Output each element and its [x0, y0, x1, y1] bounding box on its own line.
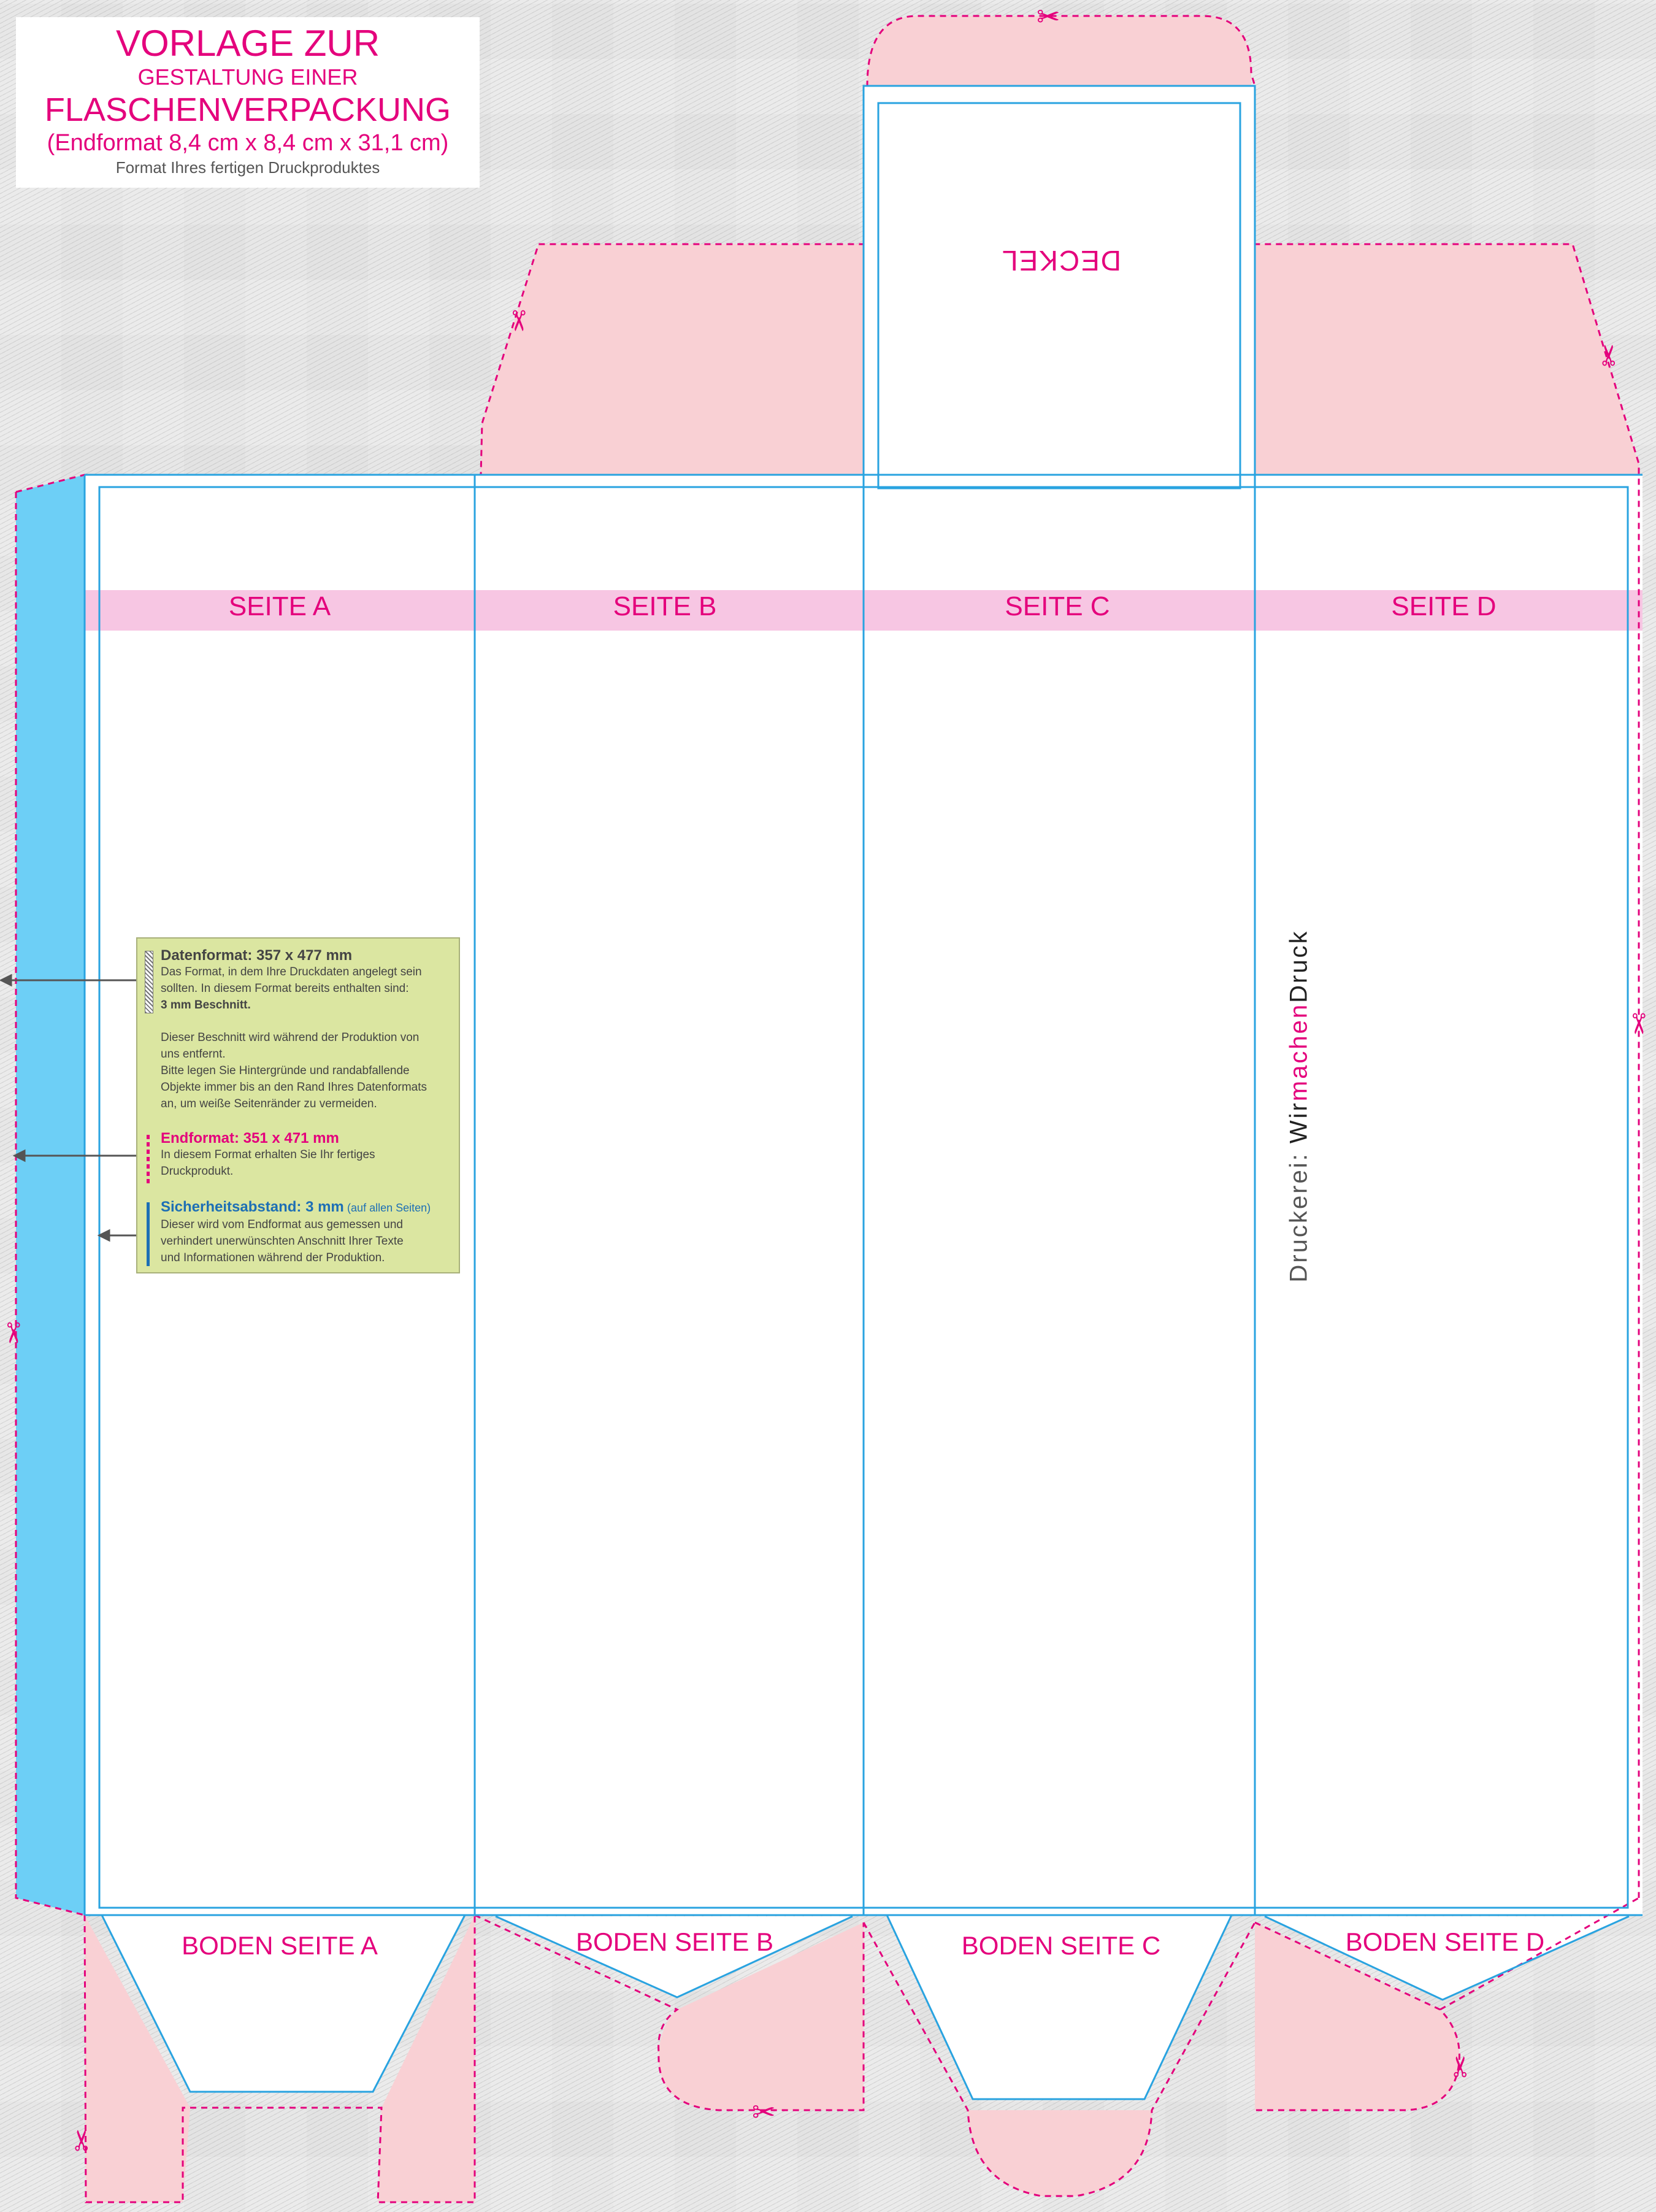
- glue-flap: [16, 475, 85, 1915]
- scissors-icon: ✂: [1622, 1012, 1655, 1036]
- title-dimensions: (Endformat 8,4 cm x 8,4 cm x 31,1 cm): [47, 130, 449, 156]
- title-subtitle: Format Ihres fertigen Druckproduktes: [115, 158, 380, 177]
- datenformat-para: Dieser Beschnitt wird während der Produk…: [161, 1031, 420, 1044]
- side-label-d: SEITE D: [1391, 591, 1497, 621]
- datenformat-para: Objekte immer bis an den Rand Ihres Date…: [161, 1081, 427, 1094]
- bottom-label-c: BODEN SEITE C: [961, 1931, 1161, 1960]
- brand-prefix: Druckerei:: [1285, 1143, 1313, 1283]
- scissors-icon: ✂: [0, 1321, 29, 1345]
- side-label-b: SEITE B: [613, 591, 717, 621]
- safety-block: Sicherheitsabstand: 3 mm (auf allen Seit…: [161, 1199, 431, 1266]
- scissors-icon: ✂: [1444, 2054, 1477, 2079]
- scissors-icon: ✂: [66, 2128, 98, 2152]
- top-flap-right: [1255, 244, 1639, 475]
- endformat-block: Endformat: 351 x 471 mm In diesem Format…: [161, 1130, 375, 1180]
- datenformat-bleed: 3 mm Beschnitt.: [161, 999, 251, 1012]
- safety-line: Dieser wird vom Endformat aus gemessen u…: [161, 1218, 403, 1231]
- endformat-heading: Endformat: 351 x 471 mm: [161, 1130, 339, 1146]
- datenformat-para: uns entfernt.: [161, 1048, 226, 1061]
- datenformat-block: Datenformat: 357 x 477 mm Das Format, in…: [161, 947, 427, 1112]
- datenformat-heading: Datenformat: 357 x 477 mm: [161, 947, 353, 964]
- side-label-c: SEITE C: [1005, 591, 1110, 621]
- bottom-label-b: BODEN SEITE B: [575, 1927, 774, 1956]
- trim-marker: [147, 1135, 150, 1184]
- top-flap-left: [481, 244, 864, 475]
- scissors-icon: ✂: [1593, 343, 1625, 367]
- brand-watermark: Druckerei: WirmachenDruck: [1286, 929, 1313, 1282]
- brand-part-1: Wir: [1285, 1101, 1313, 1144]
- lid-label: DECKEL: [1000, 245, 1122, 277]
- brand-part-2: machen: [1285, 1002, 1313, 1102]
- datenformat-para: an, um weiße Seitenränder zu vermeiden.: [161, 1097, 377, 1110]
- scissors-icon: ✂: [502, 309, 535, 333]
- datenformat-line: Das Format, in dem Ihre Druckdaten angel…: [161, 966, 422, 978]
- title-line-3: FLASCHENVERPACKUNG: [44, 91, 451, 128]
- lid-panel: [864, 86, 1255, 475]
- safety-note: (auf allen Seiten): [347, 1202, 431, 1214]
- safety-heading: Sicherheitsabstand: 3 mm: [161, 1199, 344, 1215]
- datenformat-para: Bitte legen Sie Hintergründe und randabf…: [161, 1064, 410, 1077]
- datenformat-line: sollten. In diesem Format bereits enthal…: [161, 982, 409, 995]
- bottom-label-a: BODEN SEITE A: [182, 1931, 378, 1960]
- endformat-line: In diesem Format erhalten Sie Ihr fertig…: [161, 1148, 375, 1161]
- bottom-label-d: BODEN SEITE D: [1345, 1927, 1545, 1956]
- title-line-1: VORLAGE ZUR: [115, 23, 380, 64]
- brand-part-3: Druck: [1285, 929, 1313, 1003]
- scissors-icon: ✂: [752, 2096, 776, 2128]
- bleed-marker: [145, 951, 153, 1013]
- safety-marker: [147, 1202, 150, 1266]
- endformat-line: Druckprodukt.: [161, 1165, 234, 1178]
- template-title-box: VORLAGE ZUR GESTALTUNG EINER FLASCHENVER…: [16, 17, 480, 188]
- safety-line: verhindert unerwünschten Anschnitt Ihrer…: [161, 1235, 404, 1248]
- side-label-a: SEITE A: [228, 591, 331, 621]
- bottom-flap-c-tab: [968, 2110, 1152, 2196]
- safety-line: und Informationen während der Produktion…: [161, 1251, 385, 1264]
- scissors-icon: ✂: [1037, 1, 1060, 33]
- title-line-2: GESTALTUNG EINER: [137, 64, 358, 90]
- format-info-box: Datenformat: 357 x 477 mm Das Format, in…: [136, 937, 460, 1273]
